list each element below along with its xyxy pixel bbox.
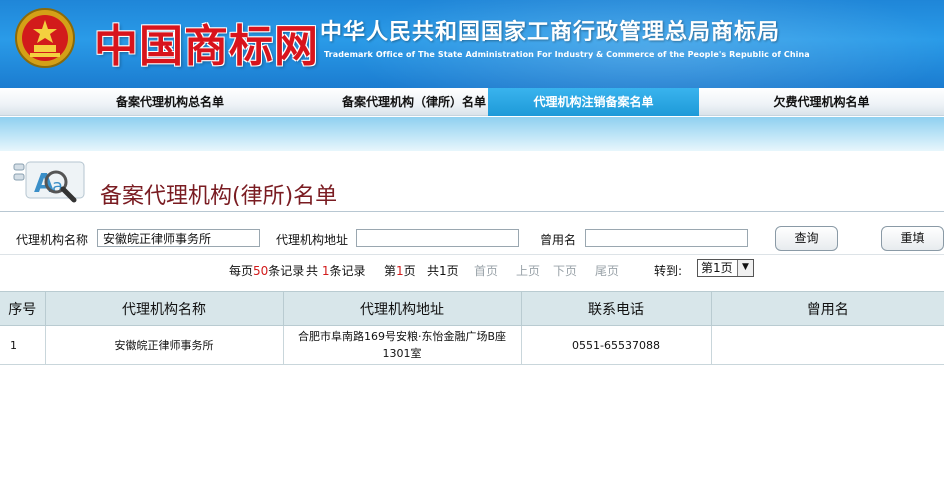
column-header: 联系电话	[521, 291, 712, 326]
next-page-link[interactable]: 下页	[553, 262, 577, 279]
query-button[interactable]: 查询	[775, 226, 838, 251]
total-pages-info: 共1页	[427, 264, 459, 278]
column-header: 序号	[0, 291, 46, 326]
decorative-band	[0, 117, 944, 151]
row-index-cell: 1	[0, 325, 46, 365]
site-logo-text: 中国商标网	[94, 21, 319, 72]
nav-item-all-agencies[interactable]: 备案代理机构总名单	[0, 88, 340, 116]
column-header: 代理机构名称	[45, 291, 284, 326]
goto-label: 转到:	[654, 264, 683, 278]
agency-address-label: 代理机构地址	[276, 233, 349, 247]
total-records-info: 共 1条记录	[306, 264, 366, 278]
prev-page-link[interactable]: 上页	[516, 262, 540, 279]
table-header-row: 序号 代理机构名称 代理机构地址 联系电话 曾用名	[0, 291, 944, 326]
goto-page-select[interactable]: 第1页 ▼	[697, 259, 754, 277]
last-page-link[interactable]: 尾页	[595, 262, 619, 279]
first-page-link[interactable]: 首页	[474, 262, 498, 279]
national-emblem-icon	[15, 8, 75, 68]
agency-name-label: 代理机构名称	[16, 233, 89, 247]
form-divider	[0, 254, 944, 255]
agency-name-cell: 安徽皖正律师事务所	[45, 325, 284, 365]
column-header: 代理机构地址	[283, 291, 522, 326]
former-name-label: 曾用名	[540, 233, 577, 247]
svg-text:a: a	[52, 176, 63, 197]
page-title: 备案代理机构(律所)名单	[100, 184, 338, 209]
table-row: 1 安徽皖正律师事务所 合肥市阜南路169号安粮·东怡金融广场B座1301室 0…	[0, 325, 944, 365]
main-nav: 备案代理机构总名单 备案代理机构（律所）名单 代理机构注销备案名单 欠费代理机构…	[0, 88, 944, 116]
reset-button[interactable]: 重填	[881, 226, 944, 251]
phone-cell: 0551-65537088	[521, 325, 712, 365]
org-name-en: Trademark Office of The State Administra…	[324, 50, 810, 59]
nav-item-overdue[interactable]: 欠费代理机构名单	[699, 88, 944, 116]
agency-address-cell: 合肥市阜南路169号安粮·东怡金融广场B座1301室	[283, 325, 522, 365]
goto-page-value: 第1页	[701, 261, 733, 275]
title-divider	[0, 211, 944, 212]
agency-address-input[interactable]	[356, 229, 519, 247]
former-name-cell	[711, 325, 944, 365]
results-table: 序号 代理机构名称 代理机构地址 联系电话 曾用名 1 安徽皖正律师事务所 合肥…	[0, 291, 944, 365]
org-name-cn: 中华人民共和国国家工商行政管理总局商标局	[320, 20, 781, 45]
chevron-down-icon: ▼	[737, 260, 753, 276]
per-page-info: 每页50条记录	[229, 264, 305, 278]
former-name-input[interactable]	[585, 229, 748, 247]
magnifier-icon: A a	[13, 161, 85, 203]
nav-item-deregistered[interactable]: 代理机构注销备案名单	[488, 88, 699, 116]
current-page-info: 第1页	[384, 264, 416, 278]
nav-item-law-firms[interactable]: 备案代理机构（律所）名单	[340, 88, 488, 116]
site-banner: 中国商标网 中华人民共和国国家工商行政管理总局商标局 Trademark Off…	[0, 0, 944, 88]
column-header: 曾用名	[711, 291, 944, 326]
agency-name-input[interactable]	[97, 229, 260, 247]
